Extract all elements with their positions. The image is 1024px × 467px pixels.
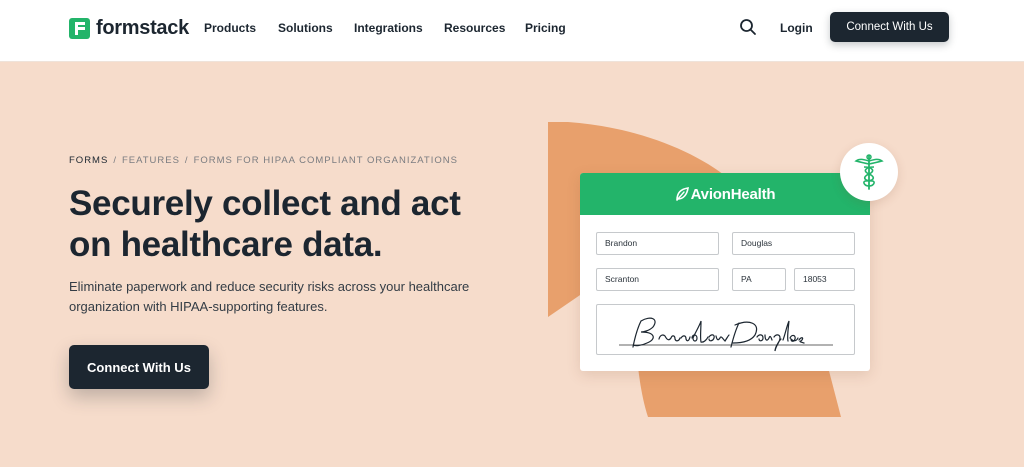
state-field: PA xyxy=(732,268,786,291)
nav-item-pricing[interactable]: Pricing xyxy=(525,21,566,35)
hero-description: Eliminate paperwork and reduce security … xyxy=(69,279,470,314)
avion-health-brand: AvionHealth xyxy=(690,185,776,203)
medical-badge xyxy=(840,143,898,201)
page-title: Securely collect and act on healthcare d… xyxy=(69,184,461,264)
breadcrumb-current-page: FORMS FOR HIPAA COMPLIANT ORGANIZATIONS xyxy=(193,155,458,166)
connect-with-us-hero-button[interactable]: Connect With Us xyxy=(69,345,209,389)
formstack-logo-icon xyxy=(69,17,90,39)
leaf-icon xyxy=(675,187,689,201)
formstack-logo[interactable]: formstack xyxy=(69,16,189,40)
breadcrumb-features[interactable]: FEATURES xyxy=(122,155,180,166)
caduceus-icon xyxy=(854,154,884,190)
search-icon[interactable] xyxy=(739,18,757,36)
breadcrumb: FORMS / FEATURES / FORMS FOR HIPAA COMPLIANT… xyxy=(69,155,458,166)
login-link[interactable]: Login xyxy=(780,21,813,35)
breadcrumb-separator: / xyxy=(184,155,189,166)
connect-with-us-header-button[interactable]: Connect With Us xyxy=(830,12,949,42)
site-header: formstack Products Solutions Integration… xyxy=(0,0,1024,62)
form-card-header: AvionHealth xyxy=(580,173,870,215)
signature-box xyxy=(596,304,855,355)
breadcrumb-forms[interactable]: FORMS xyxy=(69,155,108,166)
nav-item-solutions[interactable]: Solutions xyxy=(278,21,333,35)
nav-item-products[interactable]: Products xyxy=(204,21,256,35)
zip-field: 18053 xyxy=(794,268,855,291)
sample-form-card: AvionHealth Brandon Douglas Scranton PA … xyxy=(580,173,870,371)
city-field: Scranton xyxy=(596,268,719,291)
first-name-field: Brandon xyxy=(596,232,719,255)
last-name-field: Douglas xyxy=(732,232,855,255)
signature-image xyxy=(619,317,833,352)
nav-item-integrations[interactable]: Integrations xyxy=(354,21,423,35)
brand-name: formstack xyxy=(96,16,189,39)
breadcrumb-separator: / xyxy=(113,155,117,166)
nav-item-resources[interactable]: Resources xyxy=(444,21,505,35)
